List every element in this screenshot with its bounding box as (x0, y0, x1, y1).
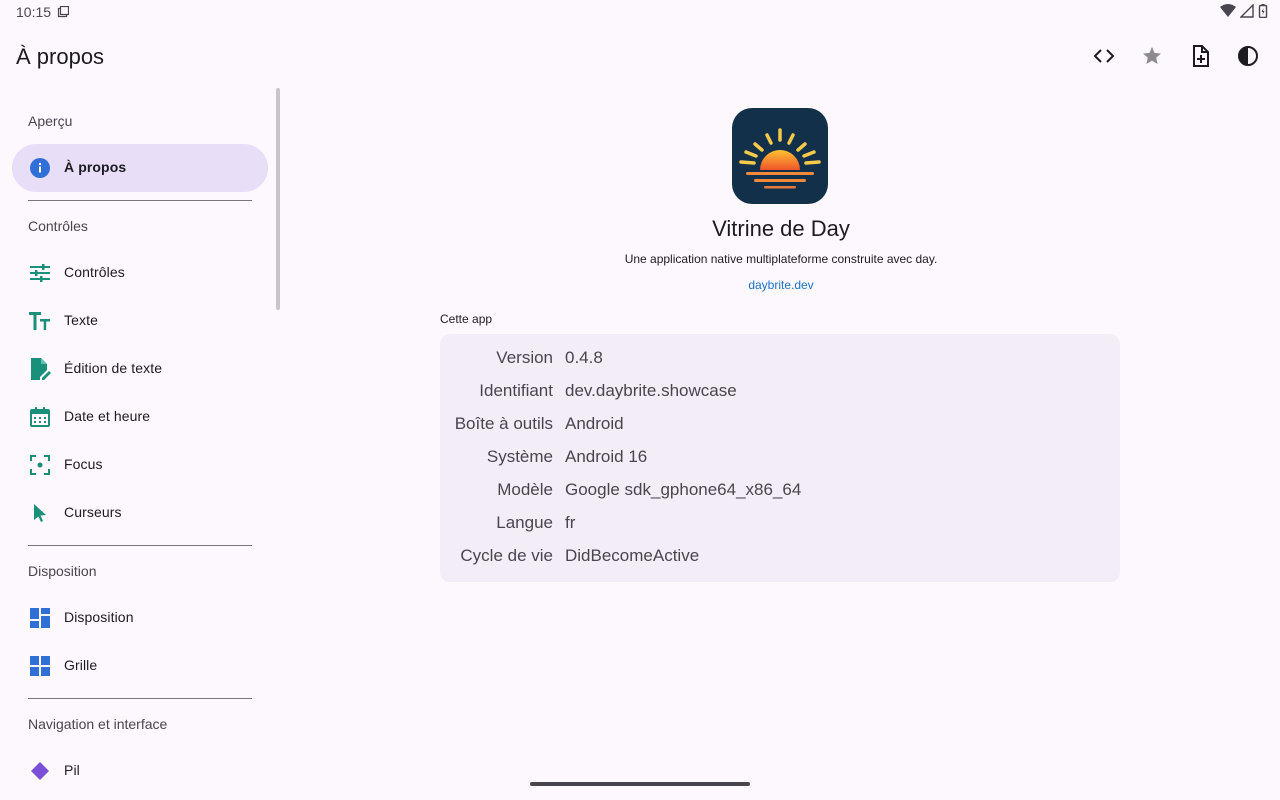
info-label: Version (496, 348, 553, 367)
sunrise-icon (739, 128, 821, 189)
info-label: Cycle de vie (460, 546, 553, 565)
info-label: Langue (496, 513, 553, 532)
battery-icon (1258, 4, 1268, 18)
website-link[interactable]: daybrite.dev (282, 278, 1280, 292)
sidebar-item-label: Contrôles (64, 264, 125, 280)
top-app-bar: À propos (0, 32, 1280, 84)
info-label: Identifiant (479, 381, 553, 400)
gesture-navigation-bar[interactable] (530, 782, 750, 786)
app-logo (732, 108, 828, 204)
sidebar-item-disposition[interactable]: Disposition (12, 594, 268, 642)
divider (28, 545, 252, 546)
info-label: Système (486, 447, 553, 466)
sidebar-item-edition-de-texte[interactable]: Édition de texte (12, 345, 268, 393)
sidebar-item-texte[interactable]: Texte (12, 297, 268, 345)
note-add-button[interactable] (1176, 32, 1224, 80)
info-value: 0.4.8 (565, 348, 603, 367)
sidebar-item-label: Édition de texte (64, 360, 163, 376)
sidebar-scrollbar[interactable] (276, 88, 280, 310)
info-label: Modèle (497, 480, 553, 499)
info-value: Android (565, 414, 624, 433)
calendar-icon (28, 405, 52, 429)
app-description: Une application native multiplateforme c… (624, 252, 938, 266)
section-title-apercu: Aperçu (28, 113, 73, 129)
tune-icon (28, 261, 52, 285)
info-row: Boîte à outils Android (440, 409, 1120, 442)
info-row: Identifiant dev.daybrite.showcase (440, 376, 1120, 409)
app-info-card: Version 0.4.8 Identifiant dev.daybrite.s… (440, 334, 1120, 582)
info-row: Cycle de vie DidBecomeActive (440, 541, 1120, 574)
sidebar-item-grille[interactable]: Grille (12, 642, 268, 690)
sidebar-item-controles[interactable]: Contrôles (12, 249, 268, 297)
info-value: Android 16 (565, 447, 648, 466)
sidebar-item-label: Date et heure (64, 408, 151, 424)
text-fields-icon (28, 309, 52, 333)
dashboard-icon (28, 606, 52, 630)
star-icon (1143, 47, 1161, 64)
sidebar-item-pil[interactable]: Pil (12, 747, 268, 795)
diamond-icon (28, 759, 52, 783)
section-title-controles: Contrôles (28, 218, 88, 234)
info-label: Boîte à outils (454, 414, 553, 433)
signal-icon (1240, 4, 1254, 18)
card-caption: Cette app (440, 312, 493, 326)
info-value: dev.daybrite.showcase (565, 381, 737, 400)
edit-note-icon (28, 357, 52, 381)
divider (28, 200, 252, 201)
app-bar-actions (1080, 32, 1272, 80)
code-button[interactable] (1080, 32, 1128, 80)
sidebar-item-a-propos[interactable]: À propos (12, 144, 268, 192)
theme-toggle-button[interactable] (1224, 32, 1272, 80)
cursor-icon (28, 501, 52, 525)
sidebar-item-label: Focus (64, 456, 103, 472)
info-row: Version 0.4.8 (440, 343, 1120, 376)
page-title: À propos (16, 44, 105, 69)
code-icon (1093, 49, 1115, 63)
sidebar-nav: Aperçu À propos Contrôles Contrôles Text… (0, 88, 282, 800)
info-row: Langue fr (440, 508, 1120, 541)
sidebar-item-label: Curseurs (64, 504, 122, 520)
sidebar-item-focus[interactable]: Focus (12, 441, 268, 489)
info-value: DidBecomeActive (565, 546, 700, 565)
app-name: Vitrine de Day (712, 216, 850, 241)
section-title-navigation: Navigation et interface (28, 716, 168, 732)
main-content: Vitrine de Day Une application native mu… (282, 88, 1280, 800)
status-icons (1220, 4, 1268, 18)
focus-icon (28, 453, 52, 477)
info-row: Modèle Google sdk_gphone64_x86_64 (440, 475, 1120, 508)
section-title-disposition: Disposition (28, 563, 97, 579)
divider (28, 698, 252, 699)
note-add-icon (1193, 45, 1209, 67)
sidebar-item-label: À propos (64, 159, 127, 175)
info-value: Google sdk_gphone64_x86_64 (565, 480, 802, 499)
sidebar-item-label: Disposition (64, 609, 134, 625)
sidebar-item-label: Pil (64, 762, 80, 778)
sidebar-item-label: Grille (64, 657, 98, 673)
notification-icon (57, 6, 69, 18)
wifi-icon (1220, 4, 1236, 17)
info-icon (28, 156, 52, 180)
info-value: fr (565, 513, 576, 532)
sidebar-item-curseurs[interactable]: Curseurs (12, 489, 268, 537)
status-bar: 10:15 (0, 0, 1280, 24)
contrast-icon (1238, 46, 1258, 66)
grid-icon (28, 654, 52, 678)
sidebar-item-label: Texte (64, 312, 98, 328)
favorite-button[interactable] (1128, 32, 1176, 80)
status-time: 10:15 (16, 4, 52, 20)
sidebar-item-date-et-heure[interactable]: Date et heure (12, 393, 268, 441)
info-row: Système Android 16 (440, 442, 1120, 475)
